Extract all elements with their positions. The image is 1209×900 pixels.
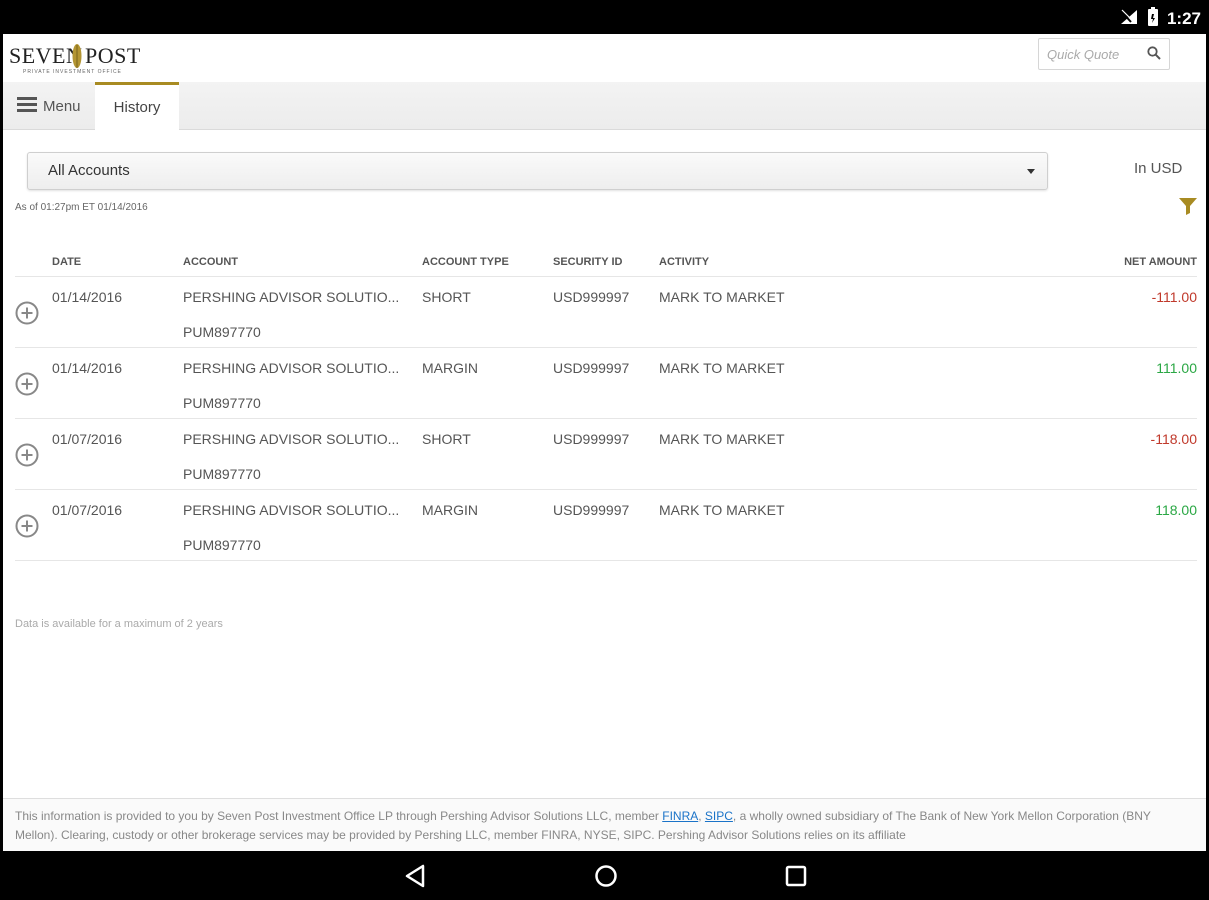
logo-subtitle: PRIVATE INVESTMENT OFFICE: [23, 69, 122, 75]
col-activity[interactable]: ACTIVITY: [659, 248, 919, 277]
row-account: PERSHING ADVISOR SOLUTIO...: [183, 360, 400, 376]
finra-link[interactable]: FINRA: [662, 809, 698, 823]
row-account-number: PUM897770: [183, 324, 261, 340]
battery-icon: [1147, 7, 1159, 31]
quick-quote-box: [1038, 38, 1170, 70]
col-net-amount[interactable]: NET AMOUNT: [919, 248, 1197, 277]
filter-icon[interactable]: [1179, 198, 1197, 220]
account-select-value: All Accounts: [48, 162, 130, 179]
hamburger-icon: [17, 96, 37, 116]
row-account-type: SHORT: [422, 431, 471, 447]
row-net-amount: -118.00: [1150, 431, 1197, 447]
row-account: PERSHING ADVISOR SOLUTIO...: [183, 289, 400, 305]
table-header-row: DATE ACCOUNT ACCOUNT TYPE SECURITY ID AC…: [15, 248, 1197, 277]
quick-quote-input[interactable]: [1047, 44, 1139, 64]
as-of-timestamp: As of 01:27pm ET 01/14/2016: [15, 202, 148, 213]
row-account-number: PUM897770: [183, 537, 261, 553]
table-row[interactable]: 01/07/2016 PERSHING ADVISOR SOLUTIO... PU…: [15, 418, 1197, 490]
table-row[interactable]: 01/14/2016 PERSHING ADVISOR SOLUTIO... PU…: [15, 276, 1197, 348]
sipc-link[interactable]: SIPC: [705, 809, 733, 823]
row-activity: MARK TO MARKET: [659, 289, 785, 305]
history-table: DATE ACCOUNT ACCOUNT TYPE SECURITY ID AC…: [15, 248, 1197, 561]
col-account-type[interactable]: ACCOUNT TYPE: [422, 248, 553, 277]
row-account: PERSHING ADVISOR SOLUTIO...: [183, 431, 400, 447]
plus-circle-icon[interactable]: [15, 301, 39, 325]
logo-text-right: POST: [85, 43, 141, 68]
row-security-id: USD999997: [553, 360, 630, 376]
disclosure-sep: ,: [698, 809, 705, 823]
col-expand: [15, 248, 52, 277]
row-date: 01/07/2016: [52, 502, 123, 518]
row-security-id: USD999997: [553, 289, 630, 305]
disclosure-footer: This information is provided to you by S…: [3, 798, 1206, 852]
system-nav-bar: [0, 851, 1209, 900]
plus-circle-icon[interactable]: [15, 443, 39, 467]
col-account[interactable]: ACCOUNT: [183, 248, 422, 277]
row-account-type: MARGIN: [422, 360, 478, 376]
disclosure-text-before: This information is provided to you by S…: [15, 809, 663, 823]
table-row[interactable]: 01/07/2016 PERSHING ADVISOR SOLUTIO... PU…: [15, 489, 1197, 561]
row-net-amount: 111.00: [1156, 360, 1197, 376]
history-content: All Accounts In USD As of 01:27pm ET 01/…: [3, 130, 1206, 798]
col-date[interactable]: DATE: [52, 248, 183, 277]
tab-bar: Menu History: [3, 82, 1206, 130]
menu-label: Menu: [43, 97, 81, 115]
row-net-amount: 118.00: [1155, 502, 1197, 518]
menu-button[interactable]: Menu: [17, 94, 81, 118]
app-header: SEVEN POST PRIVATE INVESTMENT OFFICE: [3, 34, 1206, 83]
recents-icon[interactable]: [785, 864, 807, 893]
tab-history[interactable]: History: [95, 82, 179, 130]
status-bar: 1:27: [0, 0, 1209, 34]
disclosure-text: This information is provided to you by S…: [15, 807, 1195, 845]
row-account-type: SHORT: [422, 289, 471, 305]
row-security-id: USD999997: [553, 502, 630, 518]
status-time: 1:27: [1166, 9, 1201, 28]
row-net-amount: -111.00: [1151, 289, 1197, 305]
status-icons: 1:27: [1119, 7, 1201, 31]
plus-circle-icon[interactable]: [15, 514, 39, 538]
signal-off-icon: [1119, 8, 1139, 31]
row-date: 01/07/2016: [52, 431, 123, 447]
search-icon[interactable]: [1147, 46, 1161, 65]
row-date: 01/14/2016: [52, 289, 123, 305]
back-icon[interactable]: [404, 864, 426, 893]
row-account-number: PUM897770: [183, 395, 261, 411]
row-account: PERSHING ADVISOR SOLUTIO...: [183, 502, 400, 518]
seven-post-logo[interactable]: SEVEN POST PRIVATE INVESTMENT OFFICE: [9, 40, 149, 78]
row-account-type: MARGIN: [422, 502, 478, 518]
row-activity: MARK TO MARKET: [659, 431, 785, 447]
row-account-number: PUM897770: [183, 466, 261, 482]
account-select[interactable]: All Accounts: [27, 152, 1048, 190]
table-row[interactable]: 01/14/2016 PERSHING ADVISOR SOLUTIO... PU…: [15, 347, 1197, 419]
plus-circle-icon[interactable]: [15, 372, 39, 396]
col-security-id[interactable]: SECURITY ID: [553, 248, 659, 277]
row-date: 01/14/2016: [52, 360, 123, 376]
row-security-id: USD999997: [553, 431, 630, 447]
home-icon[interactable]: [594, 864, 618, 893]
data-availability-note: Data is available for a maximum of 2 yea…: [15, 618, 223, 630]
chevron-down-icon: [1027, 169, 1035, 174]
row-activity: MARK TO MARKET: [659, 360, 785, 376]
row-activity: MARK TO MARKET: [659, 502, 785, 518]
currency-label: In USD: [1134, 160, 1183, 177]
